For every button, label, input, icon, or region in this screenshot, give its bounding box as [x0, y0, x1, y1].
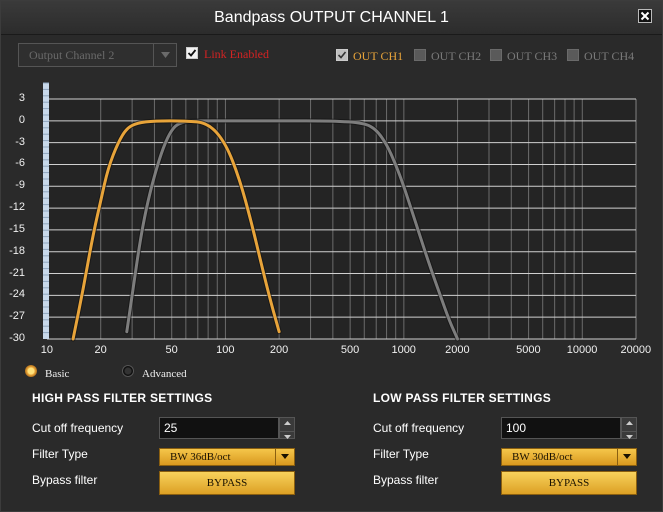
x-tick-label: 5000 [516, 344, 541, 356]
x-tick-label: 20 [94, 344, 107, 356]
high-pass-filter-type-value: BW 36dB/oct [170, 451, 231, 463]
x-tick-label: 500 [340, 344, 360, 356]
high-pass-bypass-label: Bypass filter [32, 473, 98, 487]
x-tick-label: 2000 [445, 344, 470, 356]
y-tick-label: -21 [9, 266, 25, 279]
high-pass-filter-type-label: Filter Type [32, 447, 88, 461]
high-pass-bypass-button[interactable]: BYPASS [159, 471, 295, 495]
close-icon [640, 11, 650, 21]
close-button[interactable] [638, 9, 652, 23]
y-tick-label: 0 [18, 113, 25, 126]
out-ch1-checkbox[interactable] [336, 49, 348, 61]
stepper-down-icon[interactable] [280, 435, 294, 445]
low-pass-title: LOW PASS FILTER SETTINGS [373, 391, 552, 405]
high-pass-title: HIGH PASS FILTER SETTINGS [32, 391, 213, 405]
chevron-down-icon[interactable] [275, 449, 294, 465]
basic-mode-label: Basic [45, 368, 70, 380]
x-tick-label: 10000 [566, 344, 598, 356]
check-icon [187, 49, 197, 57]
x-tick-label: 50 [165, 344, 178, 356]
advanced-mode-radio[interactable] [122, 365, 134, 377]
y-tick-label: -12 [9, 201, 25, 214]
high-pass-filter-type-select[interactable]: BW 36dB/oct [159, 448, 295, 466]
x-tick-label: 100 [216, 344, 235, 356]
link-enabled-checkbox[interactable] [186, 47, 198, 59]
plot-background [47, 99, 636, 339]
out-ch4-label: OUT CH4 [584, 49, 635, 63]
y-tick-label: 3 [18, 92, 25, 104]
stepper-down-icon[interactable] [622, 435, 636, 445]
out-ch1-label: OUT CH1 [353, 49, 404, 63]
advanced-mode-label: Advanced [142, 368, 187, 380]
window-title: Bandpass OUTPUT CHANNEL 1 [214, 9, 449, 26]
y-tick-label: -6 [15, 157, 25, 170]
x-tick-label: 20000 [620, 344, 652, 356]
x-tick-label: 1000 [391, 344, 416, 356]
chevron-down-icon[interactable] [153, 44, 176, 66]
output-channel-select-value: Output Channel 2 [29, 48, 115, 62]
out-ch4-checkbox[interactable] [567, 49, 579, 61]
check-icon [337, 51, 347, 59]
high-pass-cutoff-label: Cut off frequency [32, 421, 124, 435]
basic-mode-radio[interactable] [25, 365, 37, 377]
frequency-response-chart[interactable]: 3 0 -3 -6 -9 -12 -15 -18 -21 -24 -27 -30 10 20 50 100 20… [1, 81, 663, 361]
stepper-up-icon[interactable] [280, 421, 294, 432]
y-tick-label: -9 [15, 179, 25, 192]
link-enabled-label: Link Enabled [204, 47, 269, 61]
frequency-response-svg[interactable] [1, 81, 663, 361]
out-ch3-label: OUT CH3 [507, 49, 558, 63]
low-pass-cutoff-label: Cut off frequency [373, 421, 465, 435]
low-pass-filter-type-label: Filter Type [373, 447, 429, 461]
low-pass-filter-type-select[interactable]: BW 30dB/oct [501, 448, 637, 466]
out-ch3-checkbox[interactable] [490, 49, 502, 61]
y-tick-label: -3 [15, 135, 25, 148]
low-pass-filter-type-value: BW 30dB/oct [512, 451, 573, 463]
low-pass-cutoff-input[interactable]: 100 [501, 417, 621, 439]
out-ch2-label: OUT CH2 [431, 49, 482, 63]
low-pass-bypass-button[interactable]: BYPASS [501, 471, 637, 495]
x-tick-label: 200 [269, 344, 289, 356]
low-pass-bypass-label: Bypass filter [373, 473, 439, 487]
high-pass-cutoff-input[interactable]: 25 [159, 417, 279, 439]
y-tick-label: -24 [9, 288, 25, 301]
stepper-up-icon[interactable] [622, 421, 636, 432]
title-bar: Bandpass OUTPUT CHANNEL 1 [1, 1, 662, 35]
bandpass-window: Bandpass OUTPUT CHANNEL 1 Output Channel… [0, 0, 663, 512]
x-tick-label: 10 [40, 344, 54, 356]
output-channel-select[interactable]: Output Channel 2 [18, 43, 177, 67]
chevron-down-icon[interactable] [617, 449, 636, 465]
low-pass-cutoff-stepper[interactable] [621, 417, 637, 439]
y-tick-label: -27 [9, 310, 25, 323]
y-tick-label: -18 [9, 244, 25, 257]
y-tick-label: -30 [9, 332, 25, 344]
high-pass-cutoff-stepper[interactable] [279, 417, 295, 439]
out-ch2-checkbox[interactable] [414, 49, 426, 61]
y-tick-label: -15 [9, 222, 25, 235]
